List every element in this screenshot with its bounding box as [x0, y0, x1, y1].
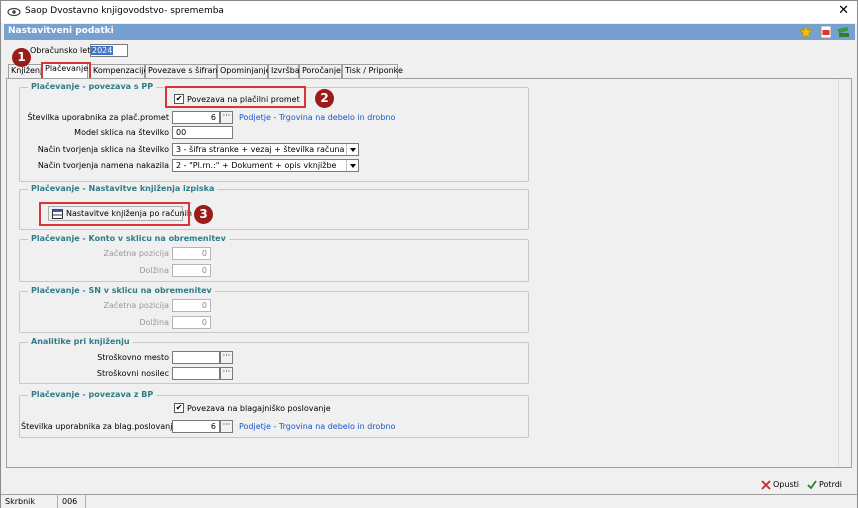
pp-namen-value: 2 - "Pl.rn.:" + Dokument + opis vknjižbe: [176, 161, 337, 170]
group-konto-title: Plačevanje - Konto v sklicu na obremenit…: [28, 234, 229, 243]
sn-len-field[interactable]: 0: [172, 316, 211, 329]
app-eye-icon: [7, 7, 21, 17]
books-icon[interactable]: [837, 25, 851, 39]
cost-center-lookup-button[interactable]: ···: [220, 351, 233, 364]
tab-povezave[interactable]: Povezave s šifranti: [145, 64, 223, 78]
tab-porocanje[interactable]: Poročanje: [299, 64, 342, 78]
group-izpisek-title: Plačevanje - Nastavitve knjiženja izpisk…: [28, 184, 218, 193]
tab-tisk[interactable]: Tisk / Priponke: [342, 64, 403, 78]
tab-kompenzacije[interactable]: Kompenzacije: [90, 64, 148, 78]
cost-center-field[interactable]: [172, 351, 220, 364]
bp-user-lookup-button[interactable]: ···: [220, 420, 233, 433]
sn-len-label: Dolžina: [139, 318, 169, 327]
status-code: 006: [62, 497, 78, 506]
star-icon[interactable]: [799, 25, 813, 39]
cost-carrier-label: Stroškovni nosilec: [96, 369, 169, 378]
group-analitike-title: Analitike pri knjiženju: [28, 337, 133, 346]
pp-sklic-value: 3 - šifra stranke + vezaj + številka rač…: [176, 145, 345, 154]
main-window: Saop Dvostavno knjigovodstvo- sprememba …: [0, 0, 858, 508]
group-bp-title: Plačevanje - povezava z BP: [28, 390, 157, 399]
cost-center-label: Stroškovno mesto: [97, 353, 169, 362]
pp-user-label: Številka uporabnika za plač.promet: [27, 113, 169, 122]
status-divider: [85, 495, 86, 508]
cancel-x-icon: [761, 480, 771, 490]
pdf-icon[interactable]: [819, 25, 833, 39]
pp-namen-label: Način tvorjenja namena nakazila: [37, 161, 169, 170]
cancel-button[interactable]: Opusti: [761, 479, 799, 493]
badge-one: 1: [12, 48, 31, 67]
confirm-button[interactable]: Potrdi: [807, 479, 847, 493]
confirm-label: Potrdi: [819, 480, 843, 489]
group-konto: Plačevanje - Konto v sklicu na obremenit…: [19, 234, 529, 282]
badge-two: 2: [315, 89, 334, 108]
close-window-button[interactable]: ✕: [838, 4, 849, 18]
izpisek-highlight-box: [39, 202, 190, 226]
group-bp: Plačevanje - povezava z BP: [19, 390, 529, 438]
pp-user-lookup-button[interactable]: ···: [220, 111, 233, 124]
sn-start-label: Začetna pozicija: [103, 301, 170, 310]
badge-three: 3: [194, 205, 213, 224]
year-label: Obračunsko leto: [30, 46, 96, 55]
year-field[interactable]: 2024: [90, 44, 128, 57]
tab-izvrsba[interactable]: Izvršba: [268, 64, 300, 78]
pp-model-field[interactable]: 00: [172, 126, 233, 139]
pp-sklic-select[interactable]: 3 - šifra stranke + vezaj + številka rač…: [172, 143, 359, 156]
vertical-scrollbar[interactable]: [838, 79, 851, 467]
konto-start-field[interactable]: 0: [172, 247, 211, 260]
window-title: Saop Dvostavno knjigovodstvo- sprememba: [25, 6, 224, 16]
tab-opominjanje[interactable]: Opominjanje: [217, 64, 271, 78]
pp-sklic-label: Način tvorjenja sklica na številko: [37, 145, 169, 154]
pp-model-label: Model sklica na številko: [74, 128, 169, 137]
pp-highlight-box: [165, 86, 306, 108]
group-pp-title: Plačevanje - povezava s PP: [28, 82, 157, 91]
title-bar: Saop Dvostavno knjigovodstvo- sprememba …: [1, 1, 857, 23]
bp-checkbox[interactable]: ✔: [174, 403, 184, 413]
status-divider: [57, 495, 58, 508]
konto-len-field[interactable]: 0: [172, 264, 211, 277]
chevron-down-icon[interactable]: [346, 160, 358, 171]
year-value: 2024: [91, 46, 114, 55]
konto-start-label: Začetna pozicija: [103, 249, 170, 258]
cancel-label: Opusti: [773, 480, 799, 489]
konto-len-label: Dolžina: [139, 266, 169, 275]
bp-checkbox-label: Povezava na blagajniško poslovanje: [187, 404, 331, 413]
chevron-down-icon[interactable]: [346, 144, 358, 155]
sn-start-field[interactable]: 0: [172, 299, 211, 312]
bp-user-field[interactable]: 6: [172, 420, 220, 433]
pp-user-link[interactable]: Podjetje - Trgovina na debelo in drobno: [239, 113, 395, 122]
bp-user-label: Številka uporabnika za blag.poslovanje: [21, 422, 178, 431]
cost-carrier-field[interactable]: [172, 367, 220, 380]
form-title: Nastavitveni podatki: [8, 26, 114, 36]
cost-carrier-lookup-button[interactable]: ···: [220, 367, 233, 380]
status-bar: Skrbnik 006: [1, 494, 857, 508]
bp-user-link[interactable]: Podjetje - Trgovina na debelo in drobno: [239, 422, 395, 431]
pp-user-field[interactable]: 6: [172, 111, 220, 124]
pp-namen-select[interactable]: 2 - "Pl.rn.:" + Dokument + opis vknjižbe: [172, 159, 359, 172]
form-header: Nastavitveni podatki: [4, 24, 855, 40]
checkmark-icon: [807, 480, 817, 490]
group-sn-title: Plačevanje - SN v sklicu na obremenitev: [28, 286, 215, 295]
status-user: Skrbnik: [5, 497, 36, 506]
